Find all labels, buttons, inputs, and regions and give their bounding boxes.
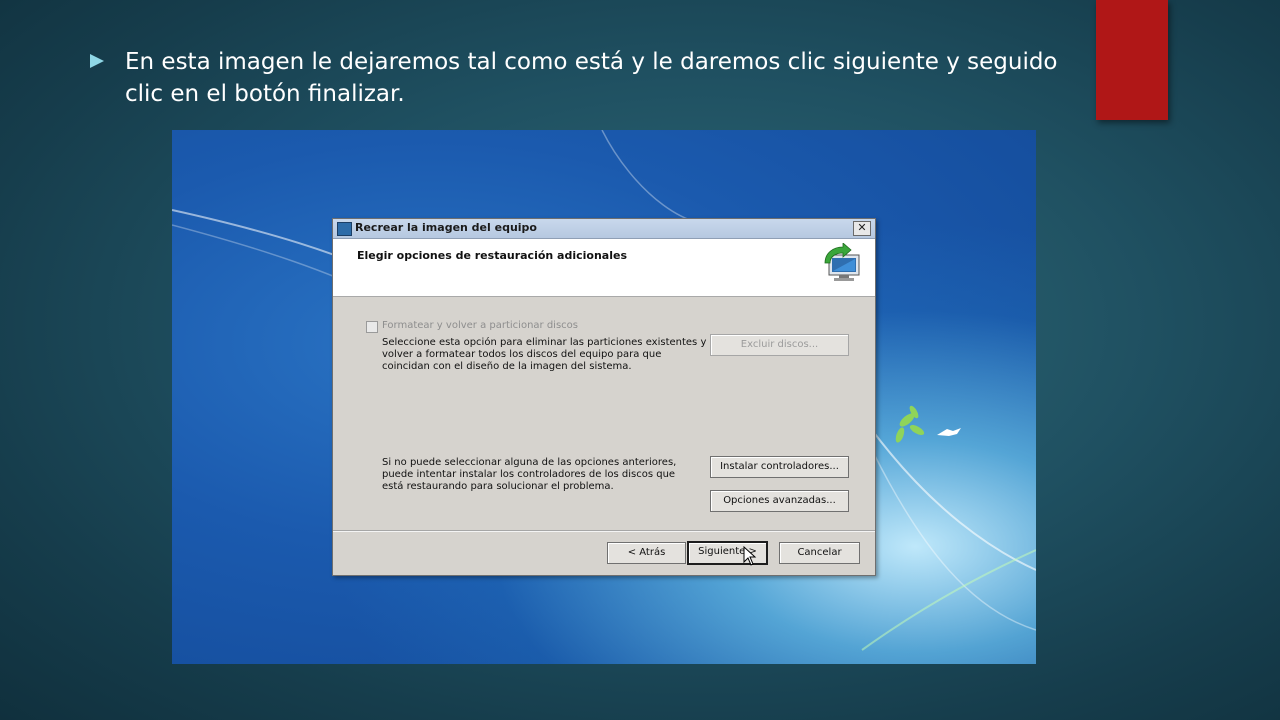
wizard-heading: Elegir opciones de restauración adiciona… [357, 249, 628, 262]
cancel-button[interactable]: Cancelar [779, 542, 860, 564]
bird-decoration [937, 428, 961, 436]
exclude-disks-button[interactable]: Excluir discos... [710, 334, 849, 356]
drivers-description: Si no puede seleccionar alguna de las op… [382, 457, 677, 492]
install-drivers-button[interactable]: Instalar controladores... [710, 456, 849, 478]
dialog-titlebar[interactable]: Recrear la imagen del equipo ✕ [333, 219, 875, 239]
footer-separator [333, 530, 875, 532]
triangle-bullet-icon [90, 54, 104, 68]
leaf-decoration [895, 405, 925, 443]
bullet-text: En esta imagen le dejaremos tal como est… [125, 49, 1058, 107]
mouse-pointer-icon [743, 546, 757, 566]
restore-wizard-dialog: Recrear la imagen del equipo ✕ Elegir op… [332, 218, 876, 576]
close-button[interactable]: ✕ [853, 221, 871, 236]
format-checkbox-label: Formatear y volver a particionar discos [382, 320, 578, 331]
back-button[interactable]: < Atrás [607, 542, 686, 564]
advanced-options-button[interactable]: Opciones avanzadas... [710, 490, 849, 512]
system-image-icon [337, 222, 352, 236]
computer-restore-icon [824, 243, 860, 281]
dialog-title: Recrear la imagen del equipo [355, 221, 537, 234]
format-description: Seleccione esta opción para eliminar las… [382, 337, 707, 372]
format-checkbox[interactable] [366, 321, 378, 333]
wizard-header: Elegir opciones de restauración adiciona… [333, 239, 875, 297]
windows-screenshot: Recrear la imagen del equipo ✕ Elegir op… [172, 130, 1036, 664]
red-accent-tab [1096, 0, 1168, 120]
